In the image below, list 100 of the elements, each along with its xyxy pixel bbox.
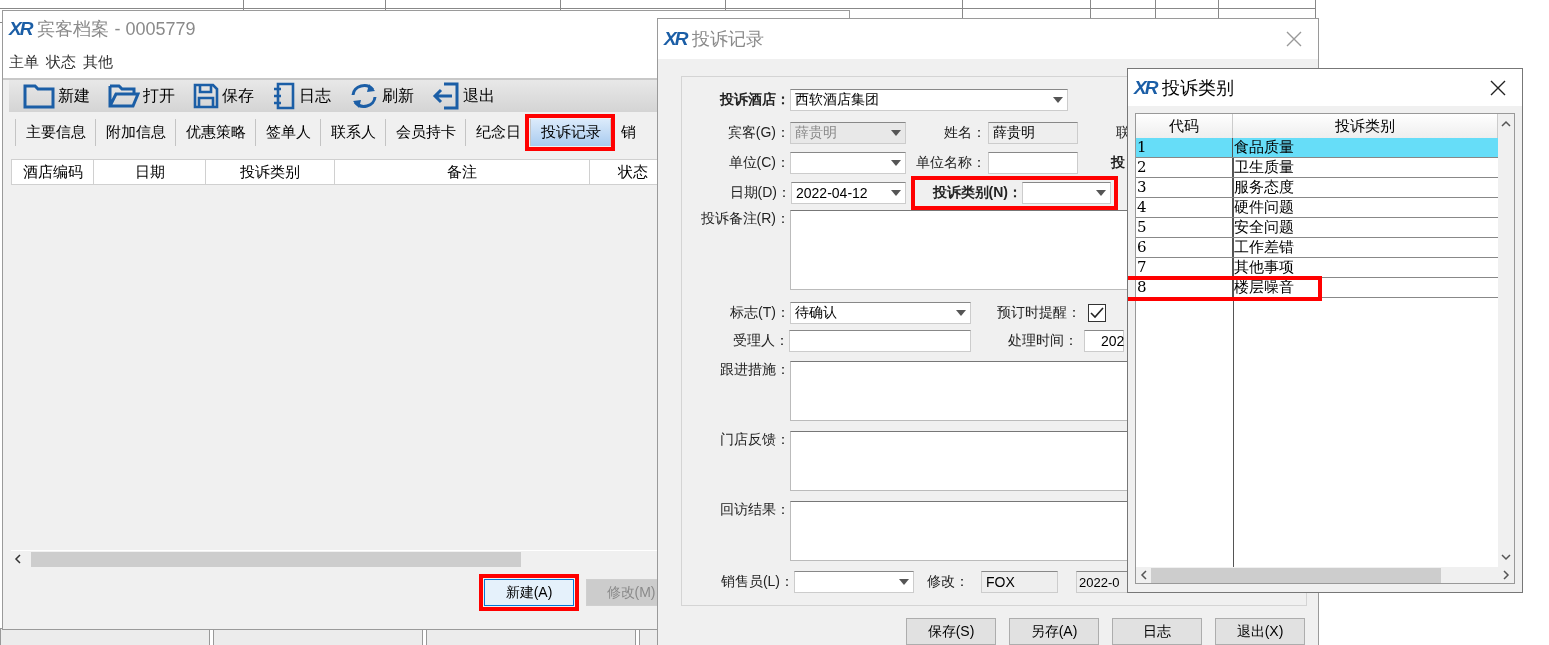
table-cell: 4	[1136, 198, 1233, 217]
table-cell-text: 服务态度	[1233, 178, 1295, 197]
dialog-button[interactable]: 保存(S)	[906, 618, 996, 645]
column-header[interactable]: 日期	[94, 160, 206, 184]
vertical-scrollbar[interactable]	[1498, 114, 1514, 567]
table-cell: 1	[1136, 138, 1233, 157]
refresh-icon	[349, 82, 379, 110]
check-icon	[1090, 307, 1104, 319]
toolbar-button[interactable]: 日志	[268, 82, 335, 110]
folder-icon	[23, 83, 55, 109]
dropdown-field[interactable]	[790, 152, 906, 174]
table-cell: 6	[1136, 238, 1233, 257]
scroll-up-icon[interactable]	[1501, 120, 1511, 127]
menu-item[interactable]: 状态	[46, 53, 76, 72]
table-row[interactable]: 7 其他事项	[1136, 258, 1498, 278]
table-cell-text: 食品质量	[1233, 138, 1295, 157]
table-cell-text: 其他事项	[1233, 258, 1295, 277]
checkbox[interactable]	[1088, 304, 1106, 322]
toolbar-button[interactable]: 刷新	[345, 82, 418, 110]
table-row[interactable]: 1 食品质量	[1136, 138, 1498, 158]
window-title: 宾客档案 - 0005779	[37, 18, 196, 41]
field-label: 修改：	[926, 573, 969, 591]
field-label: 处理时间：	[1007, 332, 1078, 350]
tab[interactable]: 投诉记录	[530, 118, 610, 146]
field-label: 投诉酒店：	[718, 91, 790, 109]
table-cell-text: 安全问题	[1233, 218, 1295, 237]
field-label: 姓名：	[943, 124, 986, 142]
exit-icon	[432, 82, 460, 110]
table-cell-text: 硬件问题	[1233, 198, 1295, 217]
table-row[interactable]: 8 楼层噪音	[1136, 278, 1498, 298]
column-header[interactable]: 投诉类别	[206, 160, 335, 184]
field-label: 投诉备注(R)：	[699, 210, 790, 228]
table-cell-text: 卫生质量	[1233, 158, 1295, 177]
caret-icon	[891, 130, 901, 136]
field-label: 预订时提醒：	[996, 304, 1081, 322]
field-label: 销售员(L)：	[719, 573, 794, 591]
table-row[interactable]: 2 卫生质量	[1136, 158, 1498, 178]
field-label: 单位名称：	[915, 154, 986, 172]
tab[interactable]: 主要信息	[15, 118, 95, 146]
toolbar-button[interactable]: 保存	[189, 83, 258, 109]
tab[interactable]: 销	[610, 118, 645, 146]
notebook-icon	[272, 82, 296, 110]
table-row[interactable]: 5 安全问题	[1136, 218, 1498, 238]
field-label: 跟进措施：	[719, 361, 790, 379]
tab[interactable]: 优惠策略	[175, 118, 255, 146]
table-cell: 2	[1136, 158, 1233, 177]
toolbar-button[interactable]: 新建	[19, 83, 94, 109]
table-cell: 3	[1136, 178, 1233, 197]
dropdown-field[interactable]	[1022, 182, 1111, 204]
action-button[interactable]: 新建(A)	[484, 579, 574, 606]
column-header[interactable]: 酒店编码	[12, 160, 94, 184]
input-field[interactable]: 薛贵明	[988, 122, 1078, 144]
field-label: 日期(D)：	[728, 184, 791, 202]
table-cell-text: 楼层噪音	[1233, 278, 1295, 297]
window-title: 投诉记录	[692, 28, 765, 51]
column-header[interactable]: 备注	[335, 160, 590, 184]
table-row[interactable]: 6 工作差错	[1136, 238, 1498, 258]
scroll-left-icon[interactable]	[1140, 570, 1147, 580]
dropdown-field[interactable]: 西软酒店集团	[790, 89, 1068, 111]
field-label: 门店反馈：	[719, 431, 790, 449]
field-label: 单位(C)：	[727, 154, 790, 172]
field-label: 投	[1111, 154, 1125, 172]
tab[interactable]: 联系人	[320, 118, 385, 146]
table-cell: 7	[1136, 258, 1233, 277]
toolbar-button[interactable]: 打开	[104, 83, 179, 109]
table-row[interactable]: 3 服务态度	[1136, 178, 1498, 198]
table-cell: 5	[1136, 218, 1233, 237]
dialog-button[interactable]: 退出(X)	[1215, 618, 1305, 645]
field-label: 标志(T)：	[729, 304, 790, 322]
scroll-down-icon[interactable]	[1501, 554, 1511, 561]
field-label: 投诉类别(N)：	[931, 184, 1022, 202]
input-field[interactable]: 202	[1084, 330, 1124, 352]
input-field[interactable]	[789, 330, 971, 352]
table-cell-text: 工作差错	[1233, 238, 1295, 257]
app-logo: XR	[9, 18, 32, 40]
dropdown-field[interactable]: 待确认	[790, 302, 971, 324]
dialog-button[interactable]: 另存(A)	[1009, 618, 1099, 645]
horizontal-scrollbar[interactable]	[1136, 567, 1514, 583]
close-icon[interactable]	[1490, 79, 1506, 96]
caret-icon	[891, 190, 901, 196]
tab[interactable]: 附加信息	[95, 118, 175, 146]
scroll-right-icon[interactable]	[1503, 570, 1510, 580]
app-logo: XR	[1134, 76, 1157, 99]
table-row[interactable]: 4 硬件问题	[1136, 198, 1498, 218]
field-label: 受理人：	[732, 332, 789, 350]
caret-icon	[1096, 190, 1106, 196]
input-field[interactable]: FOX	[981, 571, 1058, 593]
caret-icon	[899, 579, 909, 585]
menu-item[interactable]: 主单	[9, 53, 39, 72]
dropdown-field[interactable]	[794, 571, 914, 593]
dialog-button[interactable]: 日志	[1112, 618, 1202, 645]
field-label: 回访结果：	[719, 501, 790, 519]
tab[interactable]: 签单人	[255, 118, 320, 146]
app-logo: XR	[664, 28, 687, 50]
menu-item[interactable]: 其他	[83, 53, 113, 72]
open-folder-icon	[108, 83, 140, 109]
tab[interactable]: 会员持卡	[385, 118, 465, 146]
dropdown-field[interactable]: 2022-04-12	[791, 182, 906, 204]
toolbar-button[interactable]: 退出	[428, 82, 499, 110]
input-field[interactable]	[988, 152, 1078, 174]
